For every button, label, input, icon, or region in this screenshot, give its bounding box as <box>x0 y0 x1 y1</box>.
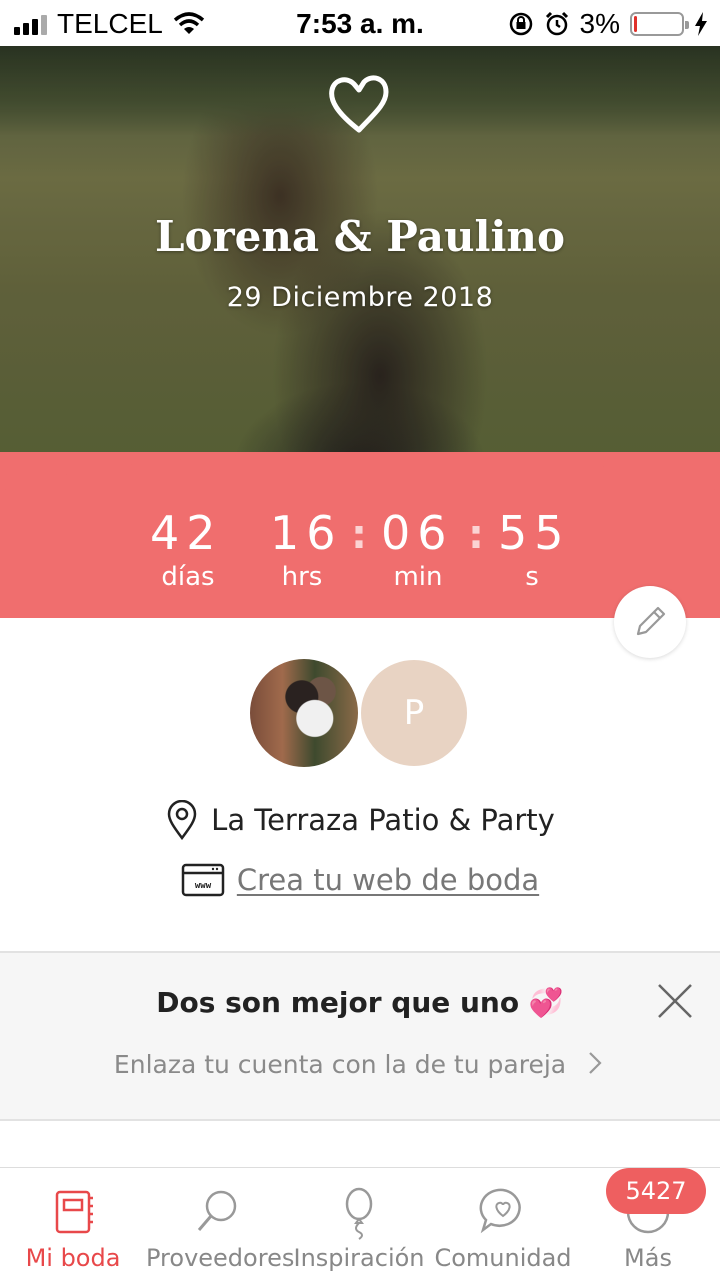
countdown-minutes-label: min <box>393 562 443 592</box>
hearts-emoji: 💞 <box>528 986 564 1019</box>
balloon-icon <box>345 1187 373 1240</box>
edit-button[interactable] <box>614 586 686 658</box>
couple-names: Lorena & Paulino <box>155 212 565 261</box>
magnifier-icon <box>197 1190 237 1231</box>
create-website-link[interactable]: Crea tu web de boda <box>237 863 539 897</box>
rotation-lock-icon <box>509 12 532 36</box>
partner-initial: P <box>403 693 425 733</box>
tab-mi-boda[interactable]: Mi boda <box>0 1168 146 1277</box>
couple-avatar[interactable] <box>248 657 360 769</box>
close-icon[interactable] <box>656 982 694 1020</box>
partner-avatar[interactable]: P <box>358 657 470 769</box>
banner-title: Dos son mejor que uno 💞 <box>156 986 564 1019</box>
countdown-minutes: 06 <box>381 506 454 560</box>
countdown-hours: 16 <box>270 506 343 560</box>
location-pin-icon <box>167 800 197 840</box>
countdown-days-label: días <box>161 562 215 592</box>
tab-label: Comunidad <box>434 1244 572 1272</box>
countdown-seconds: 55 <box>498 506 571 560</box>
website-icon: www <box>181 863 225 897</box>
tab-label: Inspiración <box>293 1244 425 1272</box>
battery-percent: 3% <box>579 8 620 39</box>
pencil-icon <box>636 606 666 636</box>
countdown-seconds-label: s <box>525 562 539 592</box>
countdown-separator: : <box>468 512 484 558</box>
planner-icon <box>55 1190 93 1234</box>
status-right: 3% <box>508 8 708 40</box>
notification-badge: 5427 <box>606 1168 706 1214</box>
venue-row[interactable]: La Terraza Patio & Party <box>0 800 720 840</box>
venue-name: La Terraza Patio & Party <box>211 803 555 837</box>
countdown-separator: : <box>351 512 367 558</box>
chat-heart-icon <box>479 1188 521 1234</box>
tab-label: Mi boda <box>25 1244 121 1272</box>
tab-label: Proveedores <box>146 1244 295 1272</box>
web-row[interactable]: www Crea tu web de boda <box>0 862 720 898</box>
tab-comunidad[interactable]: Comunidad <box>430 1168 576 1277</box>
hero-photo: Lorena & Paulino 29 Diciembre 2018 <box>0 46 720 486</box>
svg-text:www: www <box>195 881 212 891</box>
divider <box>0 1119 720 1121</box>
alarm-icon <box>545 11 568 36</box>
status-bar: TELCEL 7:53 a. m. 3% <box>0 0 720 46</box>
wedding-date: 29 Diciembre 2018 <box>226 282 494 313</box>
link-partner-link[interactable]: Enlaza tu cuenta con la de tu pareja <box>0 1050 720 1079</box>
heart-icon <box>329 75 389 133</box>
tab-proveedores[interactable]: Proveedores <box>146 1168 295 1277</box>
battery-icon <box>630 12 689 36</box>
chevron-right-icon <box>589 1052 602 1074</box>
charging-icon <box>695 12 707 36</box>
link-partner-banner[interactable] <box>0 953 720 1119</box>
tab-inspiracion[interactable]: Inspiración <box>288 1168 430 1277</box>
tab-label: Más <box>624 1244 672 1272</box>
countdown-days: 42 <box>150 506 223 560</box>
countdown-hours-label: hrs <box>281 562 323 592</box>
